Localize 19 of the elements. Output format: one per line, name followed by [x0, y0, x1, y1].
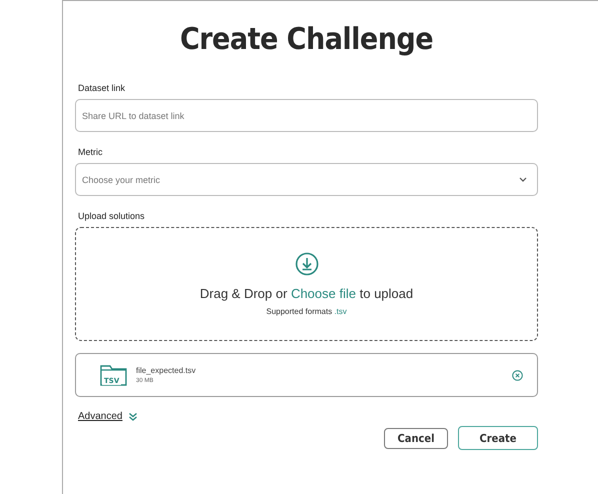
field-label: Upload solutions [78, 211, 145, 221]
chevron-down-icon[interactable] [128, 412, 138, 422]
page-title: Create Challenge [180, 22, 434, 57]
choose-file-link[interactable]: Choose file [290, 286, 356, 301]
file-name: file_expected.tsv [136, 366, 197, 375]
close-icon[interactable] [512, 370, 523, 380]
advanced-link[interactable]: Advanced [78, 411, 122, 422]
field-label: Dataset link [78, 83, 126, 93]
create-button[interactable]: Create [458, 426, 538, 450]
upload-prompt: Drag & Drop or Choose file to upload [200, 286, 414, 301]
download-icon [294, 252, 318, 276]
dataset-link-input[interactable]: Share URL to dataset link [75, 99, 538, 132]
metric-select[interactable]: Choose your metric [75, 163, 538, 196]
upload-dropzone[interactable]: Drag & Drop or Choose file to upload Supported formats .tsv [75, 227, 538, 341]
cancel-button[interactable]: Cancel [384, 428, 448, 448]
chevron-down-icon [519, 177, 527, 182]
folder-icon [100, 364, 128, 386]
field-label: Metric [78, 147, 102, 157]
supported-formats: Supported formats .tsv [266, 307, 347, 316]
